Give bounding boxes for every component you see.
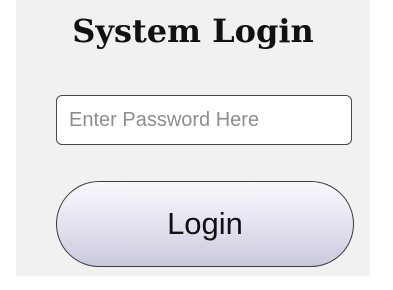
page-title: System Login bbox=[72, 12, 314, 50]
password-input[interactable] bbox=[56, 95, 352, 145]
login-panel: System Login Login bbox=[16, 0, 370, 276]
login-button[interactable]: Login bbox=[56, 181, 354, 267]
